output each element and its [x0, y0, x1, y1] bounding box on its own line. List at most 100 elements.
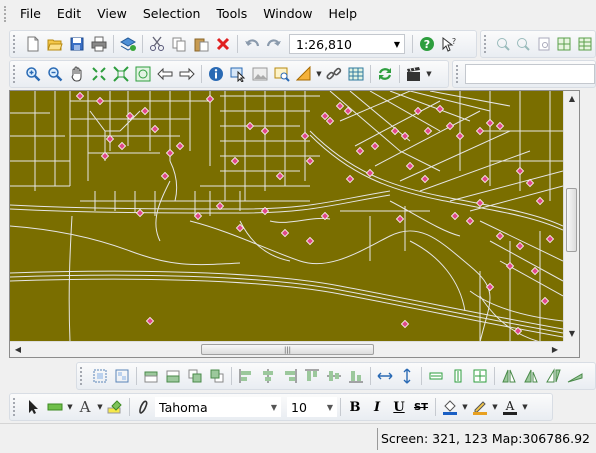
save-button[interactable]	[66, 33, 88, 55]
add-layer-button[interactable]	[117, 33, 139, 55]
font-color-dropdown-arrow[interactable]: ▼	[521, 396, 529, 418]
cut-button[interactable]	[146, 33, 168, 55]
blank-input[interactable]	[465, 64, 595, 84]
menu-help[interactable]: Help	[323, 0, 368, 28]
undo-button[interactable]	[241, 33, 263, 55]
menu-file[interactable]: File	[14, 0, 51, 28]
rectangle-button[interactable]	[44, 396, 66, 418]
group-button[interactable]	[89, 365, 111, 387]
forward-extent-button[interactable]	[176, 63, 198, 85]
menu-selection[interactable]: Selection	[137, 0, 211, 28]
measure-dropdown-arrow[interactable]: ▼	[315, 63, 323, 85]
scale-combo[interactable]: 1:26,810 ▼	[289, 34, 405, 54]
menu-edit[interactable]: Edit	[51, 0, 91, 28]
print-button[interactable]	[88, 33, 110, 55]
movie-dropdown-arrow[interactable]: ▼	[425, 63, 433, 85]
horizontal-scrollbar[interactable]: ◀ ||| ▶	[10, 341, 563, 357]
select-features-button[interactable]	[227, 63, 249, 85]
text-tool-button[interactable]: A	[74, 396, 96, 418]
toolbar-grip[interactable]	[80, 367, 85, 385]
bring-forward-button[interactable]	[184, 365, 206, 387]
distribute-horizontally-button[interactable]	[374, 365, 396, 387]
skew-button[interactable]	[564, 365, 586, 387]
pan-button[interactable]	[66, 63, 88, 85]
ungroup-button[interactable]	[111, 365, 133, 387]
map-canvas[interactable]	[10, 91, 563, 342]
toolbar-grip[interactable]	[13, 35, 18, 53]
rotate-button[interactable]	[542, 365, 564, 387]
new-document-button[interactable]	[22, 33, 44, 55]
send-to-back-button[interactable]	[162, 365, 184, 387]
scroll-left-arrow-icon[interactable]: ◀	[10, 342, 26, 358]
toolbar-grip[interactable]	[13, 398, 18, 416]
align-center-button[interactable]	[257, 365, 279, 387]
select-elements-button[interactable]	[22, 396, 44, 418]
underline-button[interactable]: U	[388, 396, 410, 418]
fixed-zoom-in-button[interactable]	[493, 33, 513, 55]
align-middle-button[interactable]	[323, 365, 345, 387]
font-size-combo[interactable]: 10 ▼	[287, 397, 337, 417]
strikethrough-button[interactable]: ST	[410, 396, 432, 418]
select-graphics-button[interactable]	[249, 63, 271, 85]
delete-button[interactable]	[212, 33, 234, 55]
table-button[interactable]	[575, 33, 595, 55]
zoom-out-button[interactable]	[44, 63, 66, 85]
flip-vertical-button[interactable]	[520, 365, 542, 387]
make-same-width-button[interactable]	[425, 365, 447, 387]
back-extent-button[interactable]	[154, 63, 176, 85]
make-same-height-button[interactable]	[447, 365, 469, 387]
vertical-scrollbar[interactable]: ▲ ▼	[563, 91, 579, 342]
paste-button[interactable]	[190, 33, 212, 55]
bold-button[interactable]: B	[344, 396, 366, 418]
movie-button[interactable]	[403, 63, 425, 85]
horizontal-scroll-thumb[interactable]: |||	[201, 344, 374, 355]
menu-view[interactable]: View	[91, 0, 137, 28]
make-same-size-button[interactable]	[469, 365, 491, 387]
send-backward-button[interactable]	[206, 365, 228, 387]
flip-horizontal-button[interactable]	[498, 365, 520, 387]
scroll-right-arrow-icon[interactable]: ▶	[547, 342, 563, 358]
vertical-scroll-thumb[interactable]	[566, 188, 577, 252]
toolbar-grip[interactable]	[13, 65, 18, 83]
text-dropdown-arrow[interactable]: ▼	[96, 396, 104, 418]
full-extent-tool-button[interactable]	[132, 63, 154, 85]
scroll-up-arrow-icon[interactable]: ▲	[564, 91, 580, 107]
toolbar-grip[interactable]	[484, 35, 489, 53]
menu-window[interactable]: Window	[257, 0, 322, 28]
menu-grip[interactable]	[4, 6, 8, 22]
line-color-button[interactable]	[469, 396, 491, 418]
fill-color-dropdown-arrow[interactable]: ▼	[461, 396, 469, 418]
toolbar-grip[interactable]	[456, 65, 461, 83]
align-top-button[interactable]	[301, 365, 323, 387]
open-button[interactable]	[44, 33, 66, 55]
font-color-button[interactable]: A	[499, 396, 521, 418]
scroll-down-arrow-icon[interactable]: ▼	[564, 326, 580, 342]
italic-button[interactable]: I	[366, 396, 388, 418]
fixed-zoom-out-button[interactable]	[513, 33, 533, 55]
align-bottom-button[interactable]	[345, 365, 367, 387]
rectangle-dropdown-arrow[interactable]: ▼	[66, 396, 74, 418]
measure-button[interactable]	[293, 63, 315, 85]
copy-button[interactable]	[168, 33, 190, 55]
font-name-combo[interactable]: Tahoma ▼	[155, 397, 281, 417]
line-color-dropdown-arrow[interactable]: ▼	[491, 396, 499, 418]
whats-this-button[interactable]: ?	[438, 33, 460, 55]
fill-color-button[interactable]	[439, 396, 461, 418]
font-icon-button[interactable]	[133, 396, 155, 418]
fixed-zoom-out-tool-button[interactable]	[110, 63, 132, 85]
distribute-vertically-button[interactable]	[396, 365, 418, 387]
identify-button[interactable]	[205, 63, 227, 85]
menu-tools[interactable]: Tools	[210, 0, 257, 28]
full-extent-button[interactable]	[554, 33, 574, 55]
zoom-layer-button[interactable]	[534, 33, 554, 55]
zoom-in-button[interactable]	[22, 63, 44, 85]
refresh-button[interactable]	[374, 63, 396, 85]
redo-button[interactable]	[263, 33, 285, 55]
align-right-button[interactable]	[279, 365, 301, 387]
find-button[interactable]	[271, 63, 293, 85]
help-button[interactable]: ?	[416, 33, 438, 55]
bring-to-front-button[interactable]	[140, 365, 162, 387]
attribute-table-button[interactable]	[345, 63, 367, 85]
align-left-button[interactable]	[235, 365, 257, 387]
hyperlink-button[interactable]	[323, 63, 345, 85]
